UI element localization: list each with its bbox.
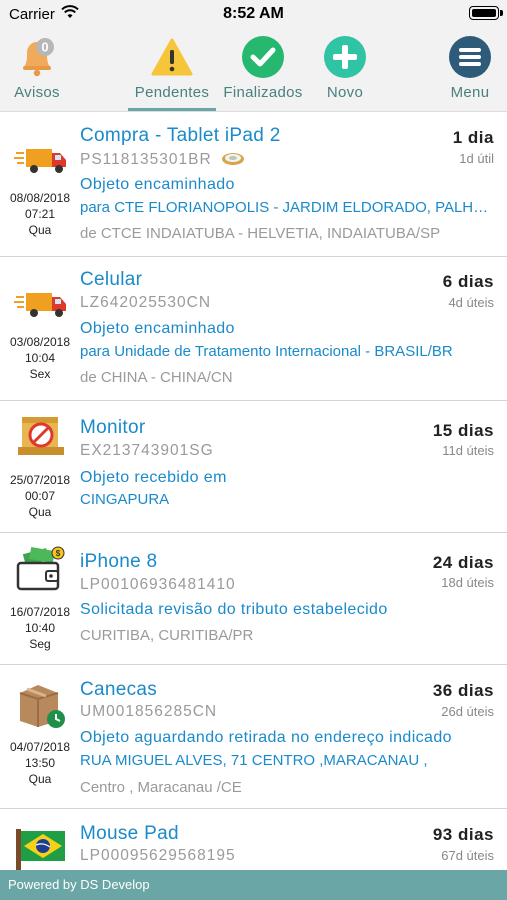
footer-credit: Powered by DS Develop xyxy=(8,877,150,892)
update-weekday: Qua xyxy=(28,772,52,786)
update-weekday: Qua xyxy=(28,223,52,237)
tracking-code-text: PS118135301BR xyxy=(80,151,212,168)
tracking-status: Objeto aguardando retirada no endereço i… xyxy=(80,729,452,746)
plus-circle-icon xyxy=(324,36,366,78)
package-title: Monitor xyxy=(80,417,146,438)
tracking-status: Objeto encaminhado xyxy=(80,320,235,337)
top-toolbar: 0 Avisos Pendentes Finalizados Novo Menu xyxy=(0,28,507,112)
package-title: Canecas xyxy=(80,679,158,700)
warning-icon xyxy=(151,38,193,76)
update-time: 00:07 xyxy=(24,489,56,503)
tab-finalizados[interactable]: Finalizados xyxy=(218,28,308,112)
tracking-code: LP00095629568195 xyxy=(80,847,236,864)
package-list: 08/08/2018 07:21 Qua Compra - Tablet iPa… xyxy=(0,113,507,870)
package-item[interactable]: 25/07/2018 00:07 Qua Monitor EX213743901… xyxy=(0,401,507,533)
update-datetime: 03/08/2018 10:04 Sex xyxy=(0,334,80,382)
tracking-origin: de CTCE INDAIATUBA - HELVETIA, INDAIATUB… xyxy=(80,225,441,242)
update-datetime: 08/08/2018 07:21 Qua xyxy=(0,190,80,238)
delivery-truck-icon xyxy=(14,149,66,173)
tracking-status: Objeto recebido em xyxy=(80,469,227,486)
update-datetime: 04/07/2018 13:50 Qua xyxy=(0,739,80,787)
package-item[interactable]: 08/08/2018 07:21 Qua Compra - Tablet iPa… xyxy=(0,113,507,257)
elapsed-days: 1 dia xyxy=(452,128,494,147)
tracking-code: LP00106936481410 xyxy=(80,576,236,593)
package-title: Mouse Pad xyxy=(80,823,179,844)
elapsed-days: 36 dias xyxy=(432,681,494,700)
tab-menu[interactable]: Menu xyxy=(438,28,502,112)
footer-bar: Powered by DS Develop xyxy=(0,870,507,900)
tracking-destination: para CTE FLORIANOPOLIS - JARDIM ELDORADO… xyxy=(80,199,495,216)
brazil-flag-icon xyxy=(16,829,65,870)
tab-menu-label: Menu xyxy=(450,84,490,101)
package-clock-icon xyxy=(19,685,65,728)
tracking-destination: CINGAPURA xyxy=(80,491,170,508)
package-title: iPhone 8 xyxy=(80,551,158,572)
package-item[interactable]: 04/07/2018 13:50 Qua Canecas UM001856285… xyxy=(0,665,507,809)
tab-novo[interactable]: Novo xyxy=(313,28,377,112)
tracking-code: PS118135301BR xyxy=(80,150,245,169)
status-bar: Carrier 8:52 AM xyxy=(0,0,507,28)
business-days: 18d úteis xyxy=(441,575,494,590)
tracking-code: LZ642025530CN xyxy=(80,294,212,311)
update-date: 04/07/2018 xyxy=(9,740,71,754)
elapsed-days: 24 dias xyxy=(432,553,494,572)
avisos-badge: 0 xyxy=(41,40,48,55)
update-date: 08/08/2018 xyxy=(9,191,71,205)
tracking-code: EX213743901SG xyxy=(80,442,214,459)
business-days: 26d úteis xyxy=(441,704,494,719)
tab-avisos-label: Avisos xyxy=(14,84,60,101)
bell-icon: 0 xyxy=(23,38,54,77)
battery-icon xyxy=(469,6,503,20)
wallet-money-icon: $ xyxy=(16,546,65,591)
business-days: 1d útil xyxy=(459,151,494,166)
update-date: 03/08/2018 xyxy=(9,335,71,349)
tab-pendentes-label: Pendentes xyxy=(134,84,210,101)
package-item[interactable]: 03/08/2018 10:04 Sex Celular LZ642025530… xyxy=(0,257,507,401)
tab-avisos[interactable]: 0 Avisos xyxy=(0,28,74,112)
tab-novo-label: Novo xyxy=(326,84,364,101)
delivery-truck-icon xyxy=(14,293,66,317)
tab-pendentes[interactable]: Pendentes xyxy=(126,28,218,112)
update-date: 25/07/2018 xyxy=(9,473,71,487)
tracking-destination: para Unidade de Tratamento Internacional… xyxy=(80,343,453,360)
dish-icon xyxy=(221,153,244,165)
update-weekday: Sex xyxy=(29,367,51,381)
blocked-package-icon xyxy=(18,417,64,455)
update-time: 07:21 xyxy=(24,207,56,221)
elapsed-days: 15 dias xyxy=(432,421,494,440)
clock: 8:52 AM xyxy=(223,5,284,22)
tracking-origin: de CHINA - CHINA/CN xyxy=(80,369,233,386)
tracking-status: Solicitada revisão do tributo estabeleci… xyxy=(80,601,388,618)
tracking-status: Objeto encaminhado xyxy=(80,176,235,193)
update-time: 10:04 xyxy=(24,351,56,365)
package-title: Compra - Tablet iPad 2 xyxy=(80,125,281,146)
tab-finalizados-label: Finalizados xyxy=(223,84,303,101)
check-circle-icon xyxy=(242,36,284,78)
package-item[interactable]: $ 16/07/2018 10:40 Seg iPhone 8 LP001069… xyxy=(0,533,507,665)
update-datetime: 16/07/2018 10:40 Seg xyxy=(0,604,80,652)
active-tab-indicator xyxy=(128,108,216,111)
package-item[interactable]: Mouse Pad LP00095629568195 93 dias 67d ú… xyxy=(0,809,507,870)
elapsed-days: 93 dias xyxy=(432,825,494,844)
update-datetime: 25/07/2018 00:07 Qua xyxy=(0,472,80,520)
update-time: 10:40 xyxy=(24,621,56,635)
update-date: 16/07/2018 xyxy=(9,605,71,619)
business-days: 11d úteis xyxy=(442,443,494,458)
business-days: 4d úteis xyxy=(448,295,494,310)
tracking-code: UM001856285CN xyxy=(80,703,218,720)
tracking-destination: RUA MIGUEL ALVES, 71 CENTRO ,MARACANAU , xyxy=(80,752,428,769)
elapsed-days: 6 dias xyxy=(442,272,494,291)
tracking-origin: CURITIBA, CURITIBA/PR xyxy=(80,627,254,644)
menu-icon xyxy=(449,36,491,78)
update-weekday: Qua xyxy=(28,505,52,519)
svg-text:$: $ xyxy=(56,549,61,558)
tracking-origin: Centro , Maracanau /CE xyxy=(80,779,242,796)
business-days: 67d úteis xyxy=(441,848,494,863)
package-title: Celular xyxy=(80,269,143,290)
update-weekday: Seg xyxy=(29,637,51,651)
update-time: 13:50 xyxy=(24,756,56,770)
